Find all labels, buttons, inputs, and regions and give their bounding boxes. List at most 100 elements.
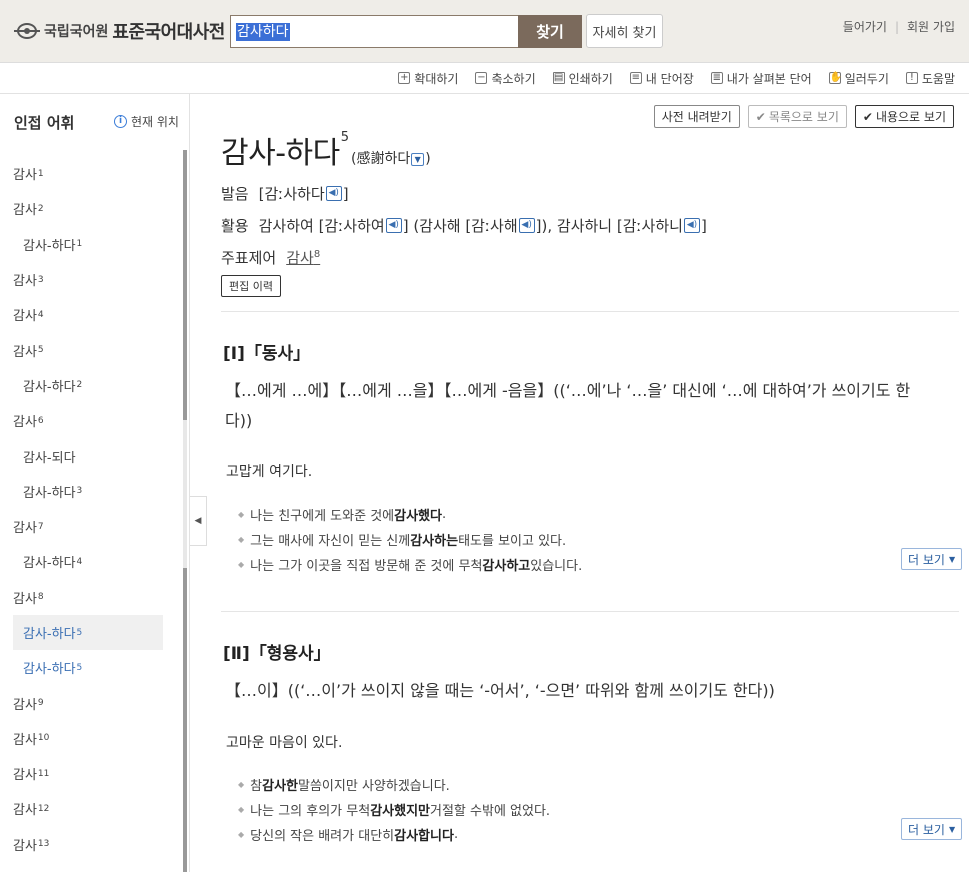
list-item[interactable]: 감사 5 [0,332,178,367]
minus-icon: − [475,72,488,84]
hanja: (感謝하다 ▼) [351,151,431,167]
list-item[interactable]: 감사 6 [0,403,178,438]
main-entry-row: 주표제어 감사8 [221,247,320,268]
bullet-icon: ◆ [238,560,245,569]
printer-icon: ▤ [552,72,565,84]
list-item[interactable]: 감사 8 [0,580,178,615]
list-item[interactable]: 감사-하다 5 [0,650,178,685]
list-item[interactable]: 감사 11 [0,756,178,791]
list-view-label: 목록으로 보기 [768,110,839,124]
list-item[interactable]: 감사 2 [0,191,178,226]
current-location-button[interactable]: i 현재 위치 [114,113,179,130]
info-icon: i [114,115,127,128]
speaker-icon[interactable]: ◀) [325,186,342,201]
list-item[interactable]: 감사-되다 [0,438,178,473]
zoom-in-label: 확대하기 [414,71,459,86]
list-item[interactable]: 감사 9 [0,685,178,720]
bullet-icon: ◆ [238,535,245,544]
example-item: ◆ 참 감사한 말씀이지만 사양하겠습니다. [238,779,450,794]
more-examples-button[interactable]: 더 보기 ▼ [901,818,963,840]
speaker-icon[interactable]: ◀) [518,218,535,233]
print-button[interactable]: ▤ 인쇄하기 [552,70,613,87]
sense-1-title: [Ⅰ]「동사」 [223,344,311,364]
divider: | [894,19,900,34]
zoom-out-button[interactable]: − 축소하기 [475,70,536,87]
print-label: 인쇄하기 [568,71,613,86]
chevron-down-icon: ▼ [948,554,956,564]
join-link[interactable]: 회원 가입 [907,18,955,35]
header: 국립국어원 표준국어대사전 감사하다 찾기 자세히 찾기 들어가기 | 회원 가… [0,0,969,63]
entry-content: 사전 내려받기 ✔ 목록으로 보기 ✔ 내용으로 보기 감사-하다 5 (感謝하다 ▼… [191,94,969,872]
help-label: 도움말 [921,71,955,86]
plus-icon: + [398,72,411,84]
bullet-icon: ◆ [238,830,245,839]
main-entry-link[interactable]: 감사8 [286,247,320,268]
adjacent-words-sidebar: 인접 어휘 i 현재 위치 감사 1 감사 2 감사-하다 1 감사 3 감사 4 감사 5… [0,94,190,872]
search-button[interactable]: 찾기 [518,15,582,48]
search-input[interactable]: 감사하다 [236,23,290,41]
list-item[interactable]: 감사 3 [0,262,178,297]
more-label: 더 보기 [908,552,945,567]
download-dictionary-button[interactable]: 사전 내려받기 [653,105,740,128]
content-view-label: 내용으로 보기 [875,110,946,124]
logo-icon [14,20,40,42]
content-view-button[interactable]: ✔ 내용으로 보기 [854,105,954,128]
conjugation-2: (감사해 [감ː사해 [413,217,518,235]
sense-2-title: [Ⅱ]「형용사」 [223,644,331,664]
search-box[interactable]: 감사하다 [230,15,520,48]
list-item[interactable]: 감사 4 [0,297,178,332]
sidebar-title: 인접 어휘 [14,114,75,132]
speaker-icon[interactable]: ◀) [385,218,402,233]
example-item: ◆ 나는 그가 이곳을 직접 방문해 준 것에 무척 감사하고 있습니다. [238,559,583,574]
site-logo[interactable]: 국립국어원 표준국어대사전 [14,18,225,44]
chevron-down-icon: ▼ [948,824,956,834]
more-label: 더 보기 [908,822,945,837]
edit-history-button[interactable]: 편집 이력 [221,275,281,297]
guide-label: 일러두기 [844,71,889,86]
list-item[interactable]: 감사 10 [0,721,178,756]
list-item[interactable]: 감사-하다 2 [0,368,178,403]
sense-1-examples: ◆ 나는 친구에게 도와준 것에 감사했다. ◆ 그는 매사에 자신이 믿는 신께 … [238,502,582,577]
sense-2-examples: ◆ 참 감사한 말씀이지만 사양하겠습니다. ◆ 나는 그의 후의가 무척 감사했지… [238,772,550,847]
example-item: ◆ 나는 친구에게 도와준 것에 감사했다. [238,507,447,524]
viewed-words-label: 내가 살펴본 단어 [726,71,812,86]
more-examples-button[interactable]: 더 보기 ▼ [901,548,963,570]
main-entry-label: 주표제어 [221,249,277,267]
sense-2-definition: 고마운 마음이 있다. [226,735,343,751]
list-item[interactable]: 감사-하다 3 [0,474,178,509]
bullet-icon: ◆ [238,510,245,519]
check-icon: ✔ [862,109,873,124]
sense-2-pattern: 【…이】((‘…이’가 쓰이지 않을 때는 ‘-어서’, ‘-으면’ 따위와 함… [225,681,775,700]
help-button[interactable]: ! 도움말 [905,70,955,87]
guide-button[interactable]: ✋ 일러두기 [828,70,889,87]
headword-number: 5 [340,130,350,145]
pronunciation-label: 발음 [221,185,249,203]
list-view-button[interactable]: ✔ 목록으로 보기 [747,105,847,128]
bullet-icon: ◆ [238,780,245,789]
list-item[interactable]: 감사 7 [0,509,178,544]
example-item: ◆ 당신의 작은 배려가 대단히 감사합니다. [238,827,459,844]
list-item-partial[interactable] [0,142,178,156]
my-words-button[interactable]: ≡ 내 단어장 [629,70,694,87]
sidebar-scrollbar-thumb[interactable] [183,150,187,420]
example-item: ◆ 그는 매사에 자신이 믿는 신께 감사하는 태도를 보이고 있다. [238,534,567,549]
list-item[interactable]: 감사-하다 4 [0,544,178,579]
list-item[interactable]: 감사 13 [0,827,178,862]
dropdown-icon[interactable]: ▼ [411,152,425,166]
login-link[interactable]: 들어가기 [843,18,887,35]
list-item[interactable]: 감사 1 [0,156,178,191]
list-item[interactable]: 감사-하다 1 [0,227,178,262]
viewed-words-button[interactable]: ≣ 내가 살펴본 단어 [710,70,812,87]
zoom-in-button[interactable]: + 확대하기 [398,70,458,87]
header-links: 들어가기 | 회원 가입 [843,18,955,35]
sidebar-scrollbar-thumb-lower[interactable] [183,568,187,872]
detail-search-button[interactable]: 자세히 찾기 [586,14,663,48]
list-item-current[interactable]: 감사-하다 5 [13,614,163,651]
speaker-icon[interactable]: ◀) [683,218,700,233]
check-icon: ✔ [755,109,766,124]
logo-org: 국립국어원 [44,24,109,40]
divider [221,311,959,312]
list-item[interactable]: 감사 12 [0,791,178,826]
headword-text: 감사-하다 [221,136,340,171]
my-words-label: 내 단어장 [645,71,694,86]
